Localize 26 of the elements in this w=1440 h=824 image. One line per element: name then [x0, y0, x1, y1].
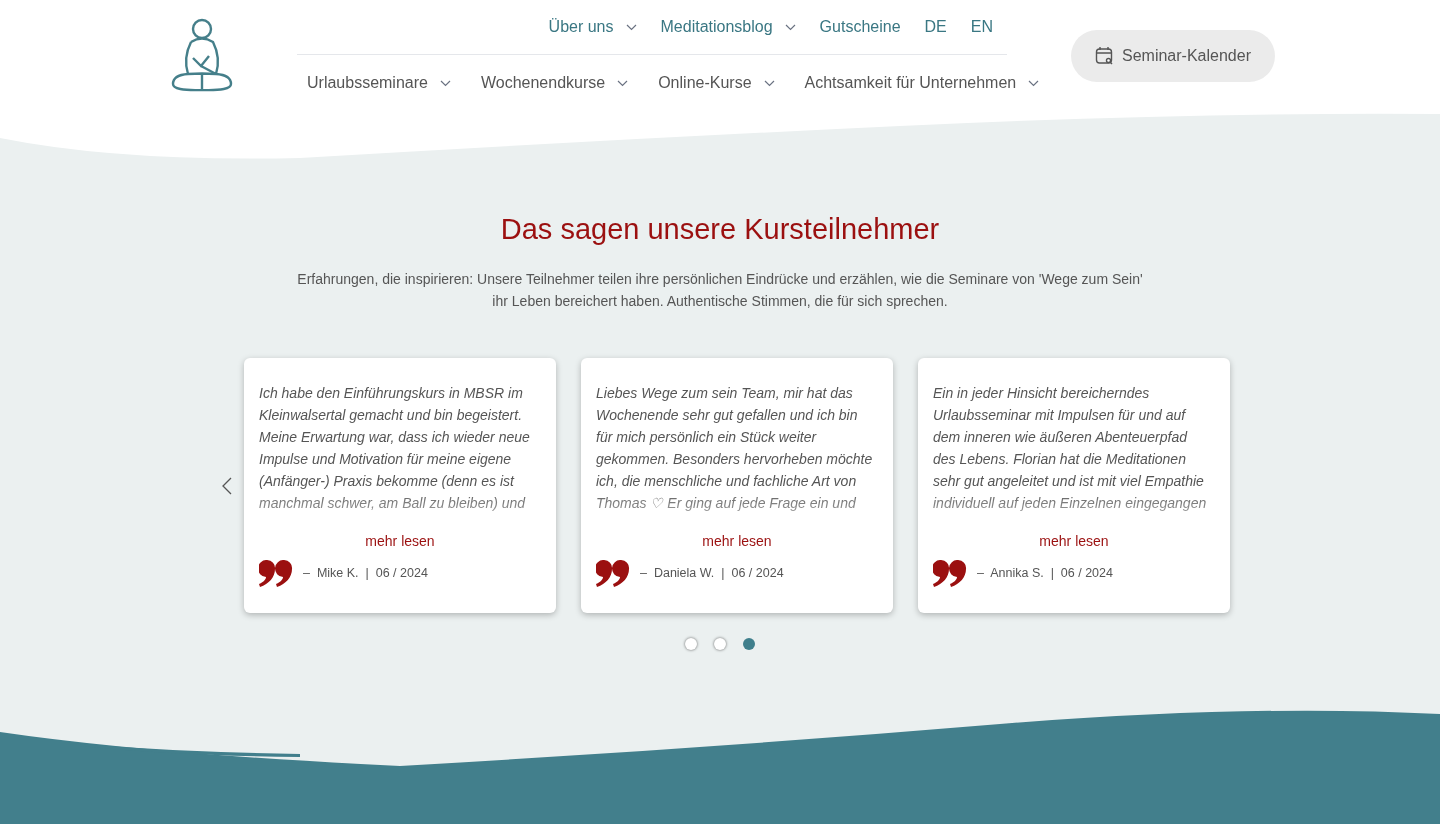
quote-icon — [259, 560, 293, 587]
read-more-link[interactable]: mehr lesen — [702, 531, 772, 552]
nav-link[interactable]: Über uns — [548, 15, 637, 39]
nav-link[interactable]: Wochenendkurse — [480, 71, 629, 95]
calendar-button[interactable]: Seminar-Kalender — [1071, 29, 1275, 82]
testimonial-author: – Daniela W. | 06 / 2024 — [640, 565, 784, 583]
section-intro: Erfahrungen, die inspirieren: Unsere Teilnehmer teilen ihre persönlichen Eindrücke und erzählen, wie die Seminare von 'Wege zum Sein' ihr Leben bereichert haben. Authentische Stimmen, die für sich sprechen. — [297, 270, 1143, 311]
quote-icon — [596, 560, 630, 587]
testimonial-text: Ich habe den Einführungskurs in MBSR im Kleinwalsertal gemacht und bin begeistert. Meine Erwartung war, dass ich wieder neue Impulse und Motivation für meine eigene (Anfänger-) Praxis bekomme (denn es ist manchmal schwer, am Ball zu bleiben) und — [259, 384, 531, 513]
read-more-link[interactable]: mehr lesen — [365, 531, 435, 552]
nav-link[interactable]: Achtsamkeit für Unternehmen — [804, 71, 1040, 95]
nav-link[interactable]: Urlaubsseminare — [307, 71, 451, 95]
calendar-search-icon — [1095, 46, 1114, 65]
read-more-link[interactable]: mehr lesen — [1039, 531, 1109, 552]
nav-link[interactable]: Online-Kurse — [658, 71, 775, 95]
testimonial-text: Ein in jeder Hinsicht bereicherndes Urlaubsseminar mit Impulsen für und auf dem inneren wie äußeren Abenteuerpfad des Lebens. Florian hat die Meditationen sehr gut angeleitet und ist mit viel Empathie individuell auf jeden Einzelnen eingegangen — [933, 384, 1208, 513]
quote-icon — [933, 560, 967, 587]
testimonial-author: – Mike K. | 06 / 2024 — [303, 565, 428, 583]
chevron-left-icon — [222, 476, 232, 495]
section-title: Das sagen unsere Kursteilnehmer — [500, 215, 940, 244]
testimonial-text: Liebes Wege zum sein Team, mir hat das Wochenende sehr gut gefallen und ich bin für mich persönlich ein Stück weiter gekommen. Besonders hervorheben möchte ich, die menschliche und fachliche Art von Thomas ♡ Er ging auf jede Frage ein und — [596, 384, 874, 513]
nav-link[interactable]: DE — [924, 15, 947, 39]
nav-link[interactable]: Gutscheine — [819, 15, 901, 39]
nav-link[interactable]: Meditationsblog — [660, 15, 796, 39]
testimonial-author: – Annika S. | 06 / 2024 — [977, 565, 1113, 583]
nav-link[interactable]: EN — [970, 15, 993, 39]
